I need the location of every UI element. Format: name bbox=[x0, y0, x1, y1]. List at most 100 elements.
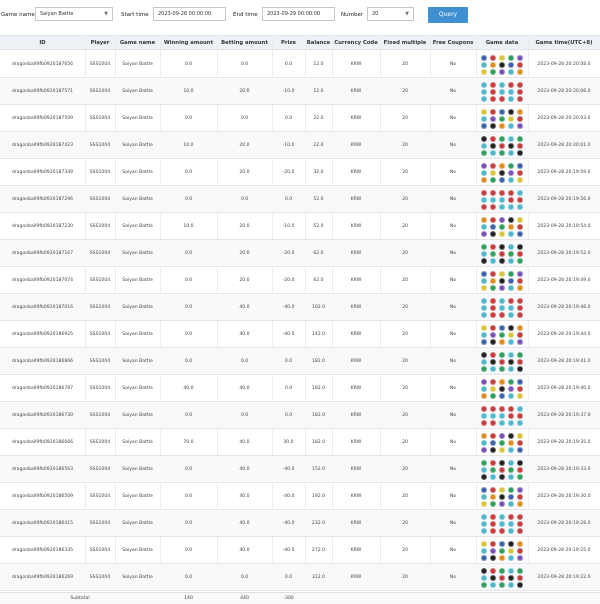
slot-symbol-icon bbox=[490, 54, 496, 61]
cell-player: SSS1004 bbox=[89, 575, 111, 580]
game-data-symbols[interactable] bbox=[480, 243, 524, 264]
slot-symbol-icon bbox=[481, 216, 487, 223]
slot-symbol-icon bbox=[508, 304, 514, 311]
slot-symbol-icon bbox=[517, 466, 523, 473]
slot-symbol-icon bbox=[490, 250, 496, 257]
game-data-symbols[interactable] bbox=[480, 54, 524, 75]
query-button[interactable]: Query bbox=[428, 7, 468, 23]
slot-symbol-icon bbox=[481, 297, 487, 304]
cell-balance: 152.0 bbox=[311, 467, 326, 472]
game-data-symbols[interactable] bbox=[480, 135, 524, 156]
col-game-time: Game time(UTC+8) bbox=[535, 40, 593, 46]
cell-betting-amount: 20.0 bbox=[239, 251, 250, 256]
slot-symbol-icon bbox=[508, 351, 514, 358]
slot-symbol-icon bbox=[490, 142, 496, 149]
slot-symbol-icon bbox=[490, 486, 496, 493]
cell-id: dragonball9fb0920187167 bbox=[11, 251, 74, 256]
game-data-symbols[interactable] bbox=[480, 108, 524, 129]
cell-currency-code: KRW bbox=[350, 494, 362, 499]
cell-fixed-multiple: 20 bbox=[402, 170, 408, 175]
slot-symbol-icon bbox=[517, 135, 523, 142]
slot-symbol-icon bbox=[517, 203, 523, 210]
slot-symbol-icon bbox=[508, 169, 514, 176]
cell-free-coupons: No bbox=[449, 224, 457, 229]
game-data-symbols[interactable] bbox=[480, 324, 524, 345]
cell-game-name: Saiyan Battle bbox=[122, 224, 153, 229]
cell-currency-code: KRW bbox=[350, 359, 362, 364]
slot-symbol-icon bbox=[517, 216, 523, 223]
cell-currency-code: KRW bbox=[350, 305, 362, 310]
slot-symbol-icon bbox=[517, 351, 523, 358]
game-data-symbols[interactable] bbox=[480, 567, 524, 588]
cell-balance: 232.0 bbox=[311, 521, 326, 526]
cell-currency-code: KRW bbox=[350, 548, 362, 553]
start-time-input[interactable]: 2023-09-28 00:00:00 bbox=[153, 7, 226, 21]
cell-game-name: Saiyan Battle bbox=[122, 413, 153, 418]
slot-symbol-icon bbox=[499, 527, 505, 534]
cell-game-time: 2023-09-28 20:19:44.0 bbox=[537, 332, 591, 337]
cell-betting-amount: 40.0 bbox=[239, 521, 250, 526]
cell-prize: -40.0 bbox=[282, 521, 295, 526]
cell-balance: 52.0 bbox=[313, 224, 324, 229]
table-row: dragonball9fb0920187074 SSS1004 Saiyan Bat… bbox=[0, 267, 600, 294]
cell-betting-amount: 0.0 bbox=[240, 575, 249, 580]
col-winning-amount: Winning amount bbox=[163, 40, 214, 46]
slot-symbol-icon bbox=[508, 527, 514, 534]
game-data-symbols[interactable] bbox=[480, 513, 524, 534]
slot-symbol-icon bbox=[490, 270, 496, 277]
game-name-select[interactable]: Saiyan Battle ▼ bbox=[35, 7, 113, 21]
slot-symbol-icon bbox=[508, 432, 514, 439]
game-data-symbols[interactable] bbox=[480, 405, 524, 426]
end-time-value: 2023-09-29 00:00:00 bbox=[267, 11, 321, 17]
cell-free-coupons: No bbox=[449, 332, 457, 337]
cell-fixed-multiple: 20 bbox=[402, 332, 408, 337]
cell-free-coupons: No bbox=[449, 251, 457, 256]
game-data-symbols[interactable] bbox=[480, 432, 524, 453]
game-data-symbols[interactable] bbox=[480, 351, 524, 372]
cell-balance: 192.0 bbox=[311, 494, 326, 499]
slot-symbol-icon bbox=[517, 439, 523, 446]
slot-symbol-icon bbox=[481, 250, 487, 257]
cell-prize: -10.0 bbox=[282, 89, 295, 94]
slot-symbol-icon bbox=[517, 108, 523, 115]
game-data-symbols[interactable] bbox=[480, 297, 524, 318]
slot-symbol-icon bbox=[517, 223, 523, 230]
cell-free-coupons: No bbox=[449, 494, 457, 499]
cell-game-name: Saiyan Battle bbox=[122, 62, 153, 67]
number-select[interactable]: 20 ▼ bbox=[367, 7, 414, 21]
cell-winning-amount: 0.0 bbox=[184, 521, 193, 526]
cell-game-name: Saiyan Battle bbox=[122, 278, 153, 283]
cell-winning-amount: 0.0 bbox=[184, 494, 193, 499]
cell-game-name: Saiyan Battle bbox=[122, 251, 153, 256]
slot-symbol-icon bbox=[481, 108, 487, 115]
slot-symbol-icon bbox=[517, 338, 523, 345]
cell-betting-amount: 40.0 bbox=[239, 386, 250, 391]
slot-symbol-icon bbox=[490, 493, 496, 500]
game-data-symbols[interactable] bbox=[480, 486, 524, 507]
game-data-symbols[interactable] bbox=[480, 270, 524, 291]
col-game-name: Game name bbox=[119, 40, 156, 46]
table-row: dragonball9fb0920186787 SSS1004 Saiyan Bat… bbox=[0, 375, 600, 402]
game-data-symbols[interactable] bbox=[480, 378, 524, 399]
game-data-symbols[interactable] bbox=[480, 459, 524, 480]
slot-symbol-icon bbox=[481, 486, 487, 493]
slot-symbol-icon bbox=[517, 304, 523, 311]
slot-symbol-icon bbox=[508, 61, 514, 68]
slot-symbol-icon bbox=[481, 277, 487, 284]
cell-free-coupons: No bbox=[449, 440, 457, 445]
game-data-symbols[interactable] bbox=[480, 162, 524, 183]
game-data-symbols[interactable] bbox=[480, 540, 524, 561]
slot-symbol-icon bbox=[517, 567, 523, 574]
game-data-symbols[interactable] bbox=[480, 81, 524, 102]
slot-symbol-icon bbox=[517, 459, 523, 466]
slot-symbol-icon bbox=[481, 142, 487, 149]
end-time-input[interactable]: 2023-09-29 00:00:00 bbox=[262, 7, 335, 21]
game-data-symbols[interactable] bbox=[480, 216, 524, 237]
slot-symbol-icon bbox=[517, 250, 523, 257]
slot-symbol-icon bbox=[481, 243, 487, 250]
cell-betting-amount: 40.0 bbox=[239, 494, 250, 499]
cell-free-coupons: No bbox=[449, 386, 457, 391]
cell-free-coupons: No bbox=[449, 548, 457, 553]
game-data-symbols[interactable] bbox=[480, 189, 524, 210]
slot-symbol-icon bbox=[508, 385, 514, 392]
